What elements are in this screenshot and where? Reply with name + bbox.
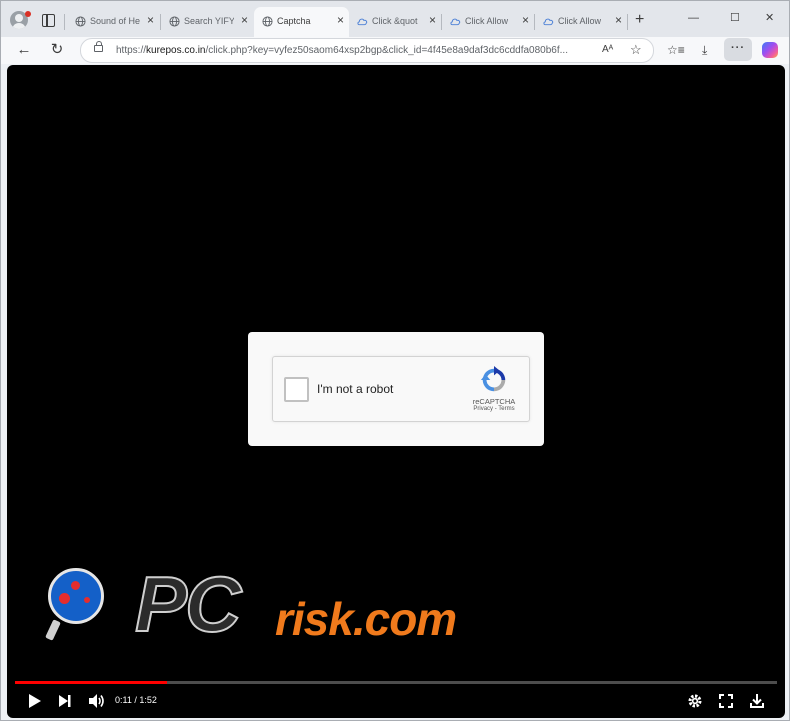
recaptcha-logo-icon bbox=[480, 365, 506, 392]
maximize-button[interactable]: ☐ bbox=[730, 13, 740, 24]
cloud-icon bbox=[543, 18, 554, 26]
time-display: 0:11 / 1:52 bbox=[115, 695, 157, 705]
refresh-button[interactable]: ↻ bbox=[48, 41, 66, 59]
volume-icon[interactable] bbox=[88, 692, 106, 710]
globe-icon bbox=[262, 16, 273, 27]
favorite-star-icon[interactable]: ☆ bbox=[630, 42, 642, 58]
browser-toolbar: ← ↻ https://kurepos.co.in/click.php?key=… bbox=[1, 37, 789, 64]
read-aloud-icon[interactable]: Aᴬ bbox=[602, 44, 613, 55]
tab-title: Search YIFY bbox=[184, 16, 234, 26]
recaptcha-brand: reCAPTCHA bbox=[472, 397, 516, 406]
lock-icon[interactable] bbox=[94, 41, 103, 52]
favorites-icon[interactable]: ☆≡ bbox=[667, 43, 685, 57]
url-scheme: https:// bbox=[116, 45, 147, 56]
next-icon[interactable] bbox=[58, 692, 72, 710]
tab-title: Click &quot bbox=[372, 16, 418, 26]
url-path: /click.php?key=vyfez50saom64xsp2bgp&clic… bbox=[205, 45, 568, 56]
link-separator: - bbox=[494, 406, 497, 412]
progress-fill bbox=[15, 681, 168, 684]
close-tab-icon[interactable]: × bbox=[147, 13, 154, 27]
magnifier-logo-icon bbox=[48, 568, 104, 624]
logo-dot bbox=[84, 597, 90, 603]
magnifier-handle bbox=[45, 619, 61, 641]
close-window-button[interactable]: ✕ bbox=[765, 13, 774, 24]
profile-notification-dot bbox=[25, 11, 31, 17]
recaptcha-checkbox[interactable] bbox=[284, 377, 309, 402]
tab-title: Sound of He bbox=[90, 16, 140, 26]
tab-title: Click Allow bbox=[558, 16, 602, 26]
cloud-icon bbox=[450, 18, 461, 26]
cloud-icon bbox=[357, 18, 368, 26]
recaptcha-label: I'm not a robot bbox=[317, 382, 394, 396]
captcha-card: I'm not a robot reCAPTCHA Privacy - Term… bbox=[248, 332, 544, 446]
globe-icon bbox=[75, 16, 86, 27]
progress-bar[interactable] bbox=[15, 681, 777, 684]
downloads-icon[interactable]: ⤓ bbox=[702, 43, 707, 57]
tab-title: Captcha bbox=[277, 16, 311, 26]
back-button[interactable]: ← bbox=[15, 41, 33, 59]
logo-dot bbox=[59, 593, 70, 604]
close-tab-icon[interactable]: × bbox=[241, 13, 248, 27]
watermark-risk: risk.com bbox=[275, 593, 457, 645]
tab-strip: Sound of He × Search YIFY × Captcha × Cl… bbox=[1, 1, 789, 37]
tab-1[interactable]: Sound of He × bbox=[67, 7, 159, 37]
privacy-link[interactable]: Privacy bbox=[473, 406, 493, 412]
recaptcha-widget: I'm not a robot reCAPTCHA Privacy - Term… bbox=[272, 356, 530, 422]
tab-2[interactable]: Search YIFY × bbox=[161, 7, 253, 37]
copilot-icon[interactable] bbox=[762, 42, 778, 58]
video-player[interactable]: I'm not a robot reCAPTCHA Privacy - Term… bbox=[7, 65, 785, 718]
close-tab-icon[interactable]: × bbox=[429, 13, 436, 27]
close-tab-icon[interactable]: × bbox=[337, 13, 344, 27]
watermark-pc: PC bbox=[134, 559, 242, 649]
recaptcha-links: Privacy - Terms bbox=[458, 406, 530, 412]
terms-link[interactable]: Terms bbox=[498, 406, 514, 412]
play-icon[interactable] bbox=[28, 692, 42, 710]
url-host: kurepos.co.in bbox=[146, 45, 206, 56]
vertical-tabs-icon[interactable] bbox=[42, 14, 55, 27]
address-bar[interactable]: https://kurepos.co.in/click.php?key=vyfe… bbox=[80, 38, 654, 63]
globe-icon bbox=[169, 16, 180, 27]
fullscreen-icon[interactable] bbox=[718, 692, 734, 710]
tab-divider bbox=[627, 14, 628, 30]
minimize-button[interactable]: — bbox=[688, 13, 699, 24]
tab-6[interactable]: Click Allow × bbox=[535, 7, 627, 37]
tab-5[interactable]: Click Allow × bbox=[442, 7, 534, 37]
tab-4[interactable]: Click &quot × bbox=[349, 7, 441, 37]
pcrisk-watermark: PC risk.com bbox=[45, 559, 505, 655]
new-tab-button[interactable]: + bbox=[635, 12, 644, 28]
logo-dot bbox=[71, 581, 80, 590]
close-tab-icon[interactable]: × bbox=[615, 13, 622, 27]
browser-window: Sound of He × Search YIFY × Captcha × Cl… bbox=[0, 0, 790, 721]
download-icon[interactable] bbox=[749, 692, 765, 710]
tab-3-active[interactable]: Captcha × bbox=[254, 7, 349, 37]
tab-title: Click Allow bbox=[465, 16, 509, 26]
url-text[interactable]: https://kurepos.co.in/click.php?key=vyfe… bbox=[116, 45, 571, 56]
close-tab-icon[interactable]: × bbox=[522, 13, 529, 27]
settings-more-button[interactable]: ··· bbox=[724, 38, 752, 61]
tab-divider bbox=[64, 14, 65, 30]
gear-icon[interactable] bbox=[687, 692, 703, 710]
